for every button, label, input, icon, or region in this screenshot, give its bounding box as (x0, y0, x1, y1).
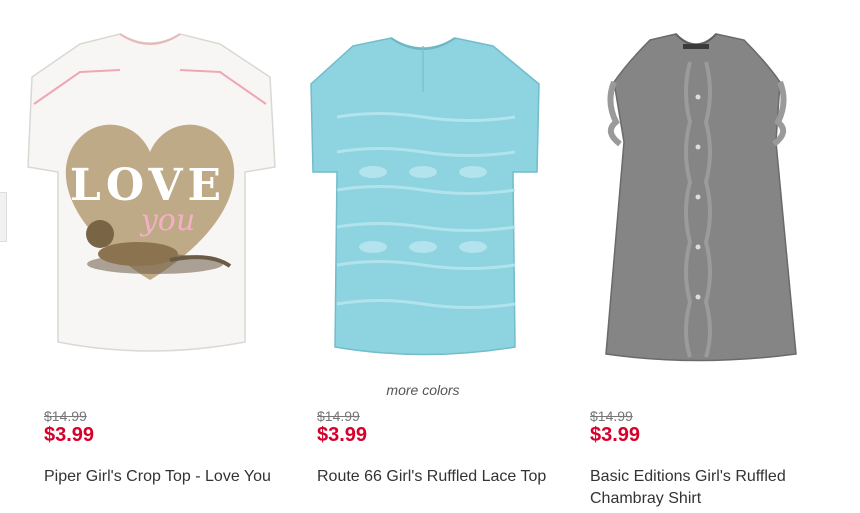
white-tshirt-image: LOVE you (27, 33, 276, 352)
sale-price: $3.99 (590, 424, 641, 446)
product-image-chambray-shirt[interactable] (566, 22, 826, 367)
product-title[interactable]: Route 66 Girl's Ruffled Lace Top (317, 466, 547, 488)
product-card-2[interactable]: more colors $14.99 $3.99 Route 66 Girl's… (293, 0, 553, 513)
product-image-lace-top[interactable] (293, 22, 553, 367)
product-card-3[interactable]: $14.99 $3.99 Basic Editions Girl's Ruffl… (566, 0, 826, 513)
gray-chambray-shirt-image (605, 33, 797, 362)
was-price: $14.99 (317, 408, 360, 424)
more-colors-link[interactable]: more colors (293, 382, 553, 398)
sale-price: $3.99 (44, 424, 95, 446)
product-image-crop-top[interactable]: LOVE you (20, 22, 280, 367)
graphic-you-text: you (139, 203, 195, 238)
sale-price: $3.99 (317, 424, 368, 446)
product-title[interactable]: Piper Girl's Crop Top - Love You (44, 466, 274, 488)
product-title[interactable]: Basic Editions Girl's Ruffled Chambray S… (590, 466, 820, 510)
was-price: $14.99 (44, 408, 87, 424)
carousel-prev-tab[interactable] (0, 192, 7, 242)
product-card-1[interactable]: LOVE you $14.99 $3.99 Piper Girl's Crop … (20, 0, 280, 513)
aqua-lace-top-image (310, 37, 540, 356)
was-price: $14.99 (590, 408, 633, 424)
